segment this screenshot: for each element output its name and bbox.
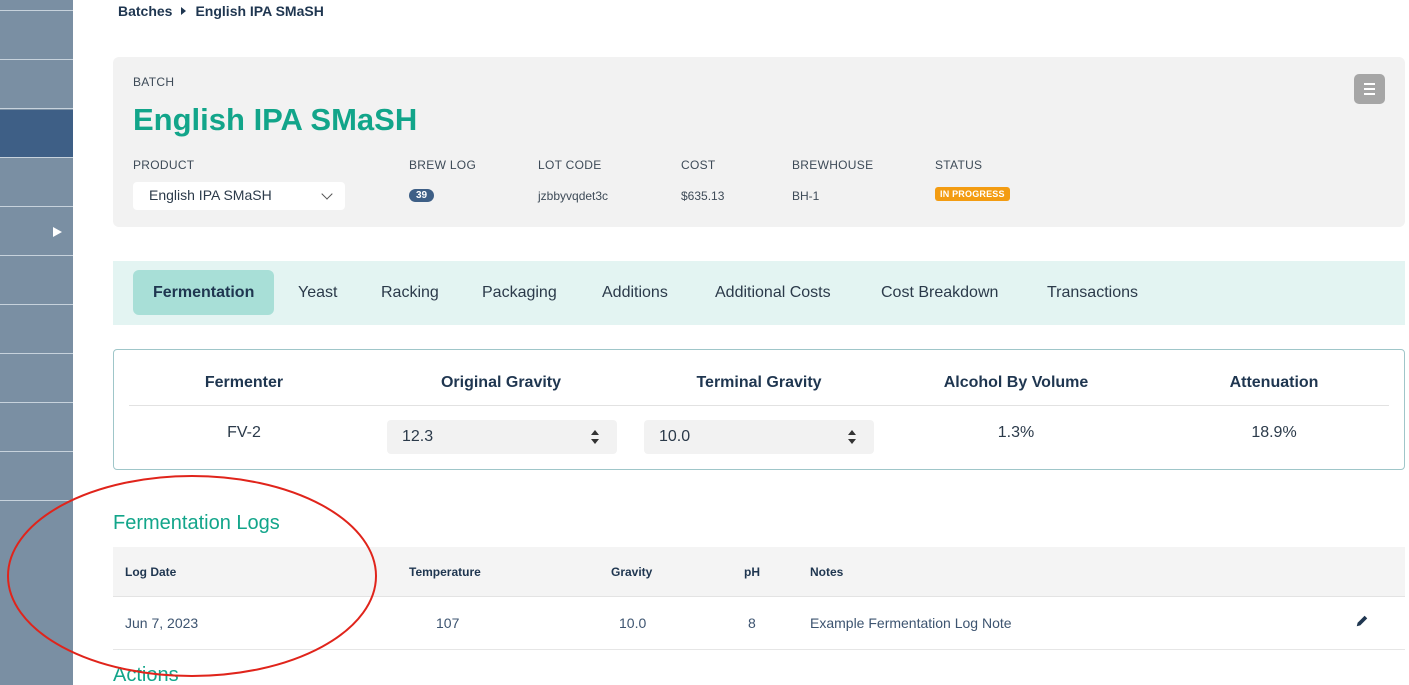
annotation-ellipse [7, 475, 377, 677]
breadcrumb-current: English IPA SMaSH [195, 3, 324, 19]
col-notes[interactable]: Notes [810, 565, 843, 579]
gravity-panel: Fermenter Original Gravity Terminal Grav… [113, 349, 1405, 470]
divider [129, 405, 1389, 406]
sidebar-item[interactable] [0, 355, 73, 403]
cost-value: $635.13 [681, 189, 725, 203]
lot-code-value: jzbbyvqdet3c [538, 189, 609, 203]
sidebar-item-expandable[interactable] [0, 208, 73, 256]
fermenter-header: Fermenter [204, 374, 284, 391]
sidebar-item[interactable] [0, 306, 73, 354]
terminal-gravity-value: 10.0 [659, 428, 691, 445]
caret-right-icon [181, 7, 187, 15]
sidebar-item[interactable] [0, 12, 73, 60]
status-label: STATUS [935, 158, 983, 172]
sidebar-item[interactable] [0, 404, 73, 452]
ph-cell: 8 [748, 615, 756, 631]
attenuation-header: Attenuation [1229, 374, 1319, 391]
product-label: PRODUCT [133, 158, 195, 172]
status-badge: IN PROGRESS [935, 187, 1010, 201]
tab-fermentation[interactable]: Fermentation [133, 270, 275, 315]
menu-button[interactable] [1354, 74, 1385, 104]
batch-summary-card: BATCH English IPA SMaSH PRODUCT BREW LOG… [113, 57, 1405, 227]
brew-log-badge[interactable]: 39 [409, 189, 435, 202]
product-select[interactable]: English IPA SMaSH [133, 182, 345, 210]
temperature-cell: 107 [436, 615, 460, 631]
sidebar-item[interactable] [0, 257, 73, 305]
chevron-down-icon [321, 188, 333, 200]
breadcrumb: Batches English IPA SMaSH [118, 3, 324, 19]
breadcrumb-parent-link[interactable]: Batches [118, 3, 172, 19]
tab-yeast[interactable]: Yeast [278, 270, 357, 315]
caret-right-icon [53, 227, 62, 237]
original-gravity-header: Original Gravity [440, 374, 562, 391]
sidebar-item[interactable] [0, 159, 73, 207]
abv-header: Alcohol By Volume [943, 374, 1089, 391]
sidebar-item[interactable] [0, 0, 73, 11]
abv-value: 1.3% [997, 424, 1035, 441]
menu-icon [1364, 83, 1375, 85]
tab-transactions[interactable]: Transactions [1027, 270, 1158, 315]
cost-label: COST [681, 158, 716, 172]
page-title: English IPA SMaSH [133, 102, 418, 137]
product-select-value: English IPA SMaSH [149, 187, 272, 203]
spinner-icon[interactable] [591, 430, 599, 444]
tab-additions[interactable]: Additions [582, 270, 688, 315]
original-gravity-input[interactable]: 12.3 [387, 420, 617, 454]
gravity-cell: 10.0 [619, 615, 647, 631]
batch-overline: BATCH [133, 75, 175, 89]
tab-racking[interactable]: Racking [361, 270, 459, 315]
sidebar-item[interactable] [0, 61, 73, 109]
tab-bar: Fermentation Yeast Racking Packaging Add… [113, 261, 1405, 325]
lot-code-label: LOT CODE [538, 158, 602, 172]
tab-additional-costs[interactable]: Additional Costs [695, 270, 851, 315]
pencil-icon[interactable] [1355, 614, 1369, 628]
brew-log-label: BREW LOG [409, 158, 477, 172]
original-gravity-value: 12.3 [402, 428, 434, 445]
spinner-icon[interactable] [848, 430, 856, 444]
notes-cell: Example Fermentation Log Note [810, 615, 1012, 631]
brewhouse-label: BREWHOUSE [792, 158, 874, 172]
terminal-gravity-header: Terminal Gravity [696, 374, 822, 391]
terminal-gravity-input[interactable]: 10.0 [644, 420, 874, 454]
col-gravity[interactable]: Gravity [611, 565, 652, 579]
col-temperature[interactable]: Temperature [409, 565, 481, 579]
fermenter-value: FV-2 [227, 424, 261, 441]
brewhouse-value: BH-1 [792, 189, 820, 203]
tab-cost-breakdown[interactable]: Cost Breakdown [861, 270, 1018, 315]
attenuation-value: 18.9% [1251, 424, 1297, 441]
col-ph[interactable]: pH [744, 565, 760, 579]
sidebar-item-active[interactable] [0, 110, 73, 158]
tab-packaging[interactable]: Packaging [462, 270, 577, 315]
